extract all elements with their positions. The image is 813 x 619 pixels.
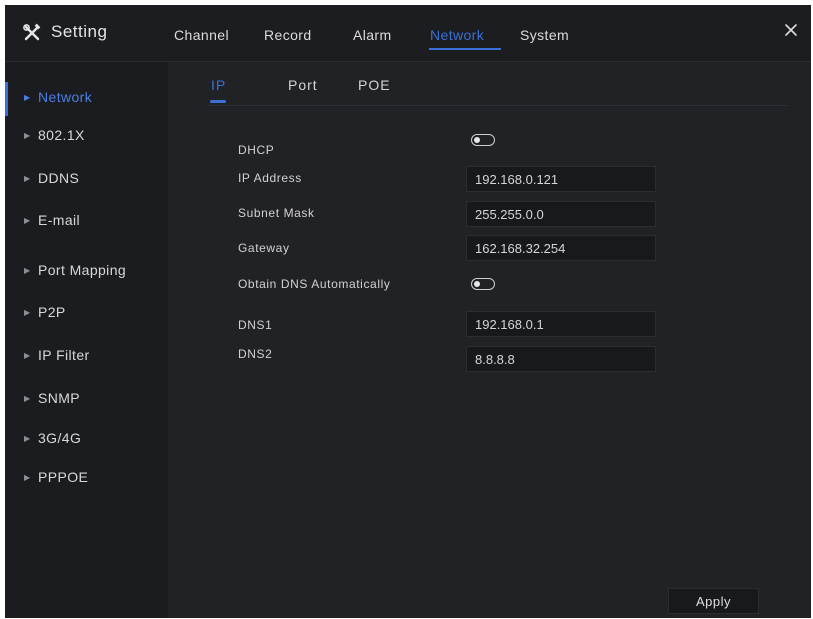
dns2-input[interactable]	[466, 346, 656, 372]
sidebar-item-label: PPPOE	[38, 469, 89, 485]
sidebar-item-snmp[interactable]: ▶ SNMP	[5, 383, 168, 417]
sidebar-item-label: 3G/4G	[38, 430, 82, 446]
tab-network[interactable]: Network	[430, 27, 484, 43]
triangle-right-icon: ▶	[24, 394, 31, 403]
dns1-input[interactable]	[466, 311, 656, 337]
settings-window: Setting Channel Record Alarm Network Sys…	[5, 5, 811, 618]
sidebar-item-label: Port Mapping	[38, 262, 127, 278]
sidebar-item-email[interactable]: ▶ E-mail	[5, 205, 168, 239]
sidebar-item-ip-filter[interactable]: ▶ IP Filter	[5, 340, 168, 374]
sidebar-item-label: DDNS	[38, 170, 80, 186]
tab-channel[interactable]: Channel	[174, 27, 229, 43]
triangle-right-icon: ▶	[24, 473, 31, 482]
active-tab-underline	[429, 48, 501, 50]
sidebar-item-label: P2P	[38, 304, 66, 320]
triangle-right-icon: ▶	[24, 351, 31, 360]
ip-address-input[interactable]	[466, 166, 656, 192]
top-bar: Setting Channel Record Alarm Network Sys…	[5, 5, 811, 62]
sidebar-item-label: 802.1X	[38, 127, 85, 143]
triangle-right-icon: ▶	[24, 131, 31, 140]
subnet-mask-input[interactable]	[466, 201, 656, 227]
triangle-right-icon: ▶	[24, 434, 31, 443]
tab-alarm[interactable]: Alarm	[353, 27, 392, 43]
page-title: Setting	[51, 22, 108, 41]
triangle-right-icon: ▶	[24, 266, 31, 275]
tab-system[interactable]: System	[520, 27, 569, 43]
dhcp-toggle[interactable]	[471, 134, 495, 146]
tab-record[interactable]: Record	[264, 27, 312, 43]
gateway-input[interactable]	[466, 235, 656, 261]
subtab-poe[interactable]: POE	[358, 77, 391, 93]
sidebar-item-network[interactable]: ▶ Network	[5, 82, 171, 116]
close-icon[interactable]	[783, 22, 799, 38]
sidebar-item-label: Network	[38, 89, 93, 105]
dhcp-label: DHCP	[238, 143, 275, 157]
sidebar-item-label: E-mail	[38, 212, 81, 228]
dns1-label: DNS1	[238, 318, 273, 332]
active-subtab-underline	[210, 100, 226, 103]
obtain-dns-label: Obtain DNS Automatically	[238, 277, 391, 291]
sidebar-item-label: SNMP	[38, 390, 81, 406]
apply-button[interactable]: Apply	[668, 588, 759, 614]
triangle-right-icon: ▶	[24, 174, 31, 183]
subnet-mask-label: Subnet Mask	[238, 206, 315, 220]
sidebar-item-label: IP Filter	[38, 347, 90, 363]
sidebar-item-3g4g[interactable]: ▶ 3G/4G	[5, 423, 168, 457]
toggle-knob	[473, 136, 480, 143]
toggle-knob	[473, 280, 480, 287]
sidebar-item-pppoe[interactable]: ▶ PPPOE	[5, 462, 168, 496]
content-panel: IP Port POE DHCP IP Address Subnet Mask …	[168, 62, 811, 618]
obtain-dns-toggle[interactable]	[471, 278, 495, 290]
sidebar: ▶ Network ▶ 802.1X ▶ DDNS ▶ E-mail ▶ Por…	[5, 62, 168, 618]
sidebar-item-ddns[interactable]: ▶ DDNS	[5, 163, 168, 197]
triangle-right-icon: ▶	[24, 308, 31, 317]
gateway-label: Gateway	[238, 241, 290, 255]
sidebar-item-port-mapping[interactable]: ▶ Port Mapping	[5, 255, 168, 289]
settings-tools-icon	[23, 23, 41, 41]
triangle-right-icon: ▶	[24, 93, 31, 102]
subtab-ip[interactable]: IP	[211, 77, 226, 93]
sidebar-item-p2p[interactable]: ▶ P2P	[5, 297, 168, 331]
ip-address-label: IP Address	[238, 171, 302, 185]
dns2-label: DNS2	[238, 347, 273, 361]
subtab-port[interactable]: Port	[288, 77, 318, 93]
subtab-divider	[208, 105, 788, 106]
triangle-right-icon: ▶	[24, 216, 31, 225]
sidebar-item-8021x[interactable]: ▶ 802.1X	[5, 120, 168, 154]
